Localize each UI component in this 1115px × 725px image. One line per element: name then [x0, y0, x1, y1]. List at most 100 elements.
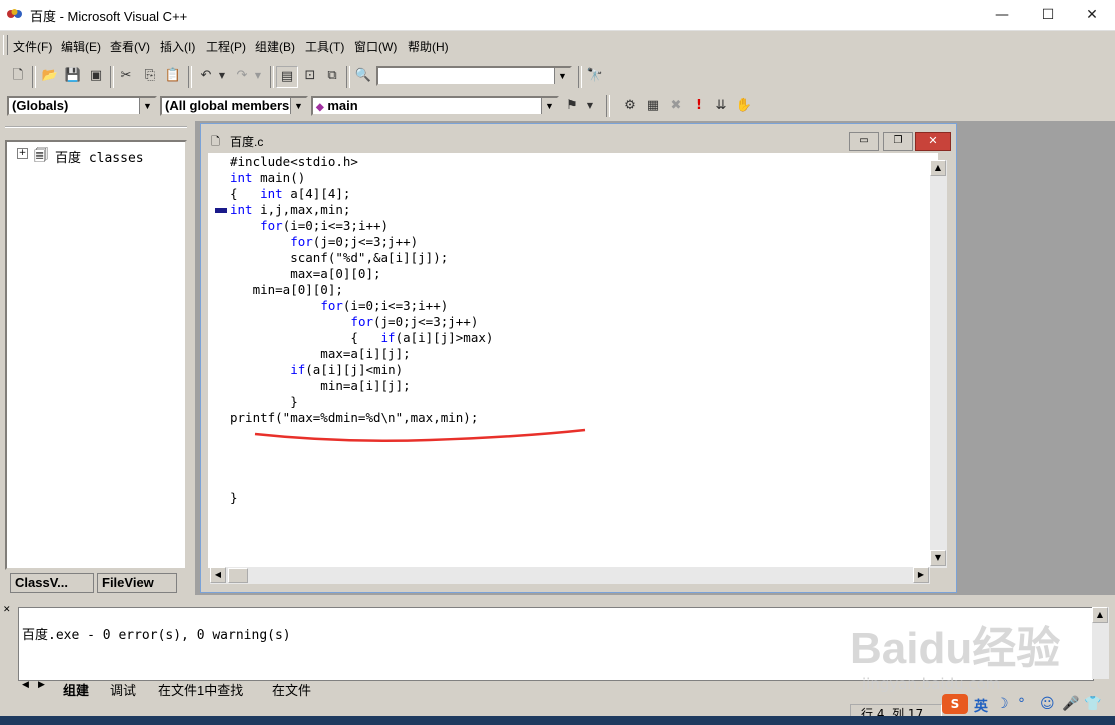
ime-mode[interactable]: 英	[974, 696, 988, 716]
taskbar	[0, 716, 1115, 725]
members-value: (All global members	[165, 98, 290, 113]
horizontal-scrollbar[interactable]: ◀ ▶	[210, 567, 930, 584]
scroll-up-icon[interactable]: ▲	[930, 160, 946, 176]
shirt-icon[interactable]: 👕	[1084, 696, 1101, 712]
cut-icon[interactable]: ✂	[116, 66, 136, 86]
code-line: }	[230, 490, 238, 505]
chevron-down-icon[interactable]: ▼	[290, 98, 306, 114]
chevron-down-icon[interactable]: ▼	[554, 68, 570, 84]
tab-classview[interactable]: ClassV...	[10, 573, 94, 593]
doc-minimize-button[interactable]: ▭	[849, 132, 879, 151]
search-icon[interactable]: 🔭	[585, 66, 605, 86]
close-output-icon[interactable]: ✕	[3, 605, 13, 615]
wizard-dropdown-icon[interactable]: ▼	[580, 96, 600, 116]
save-icon[interactable]: 💾	[63, 66, 83, 86]
maximize-button[interactable]: ☐	[1025, 0, 1071, 30]
output-window-icon[interactable]: ⊡	[300, 66, 320, 86]
undo-dropdown-icon[interactable]: ▼	[212, 66, 232, 86]
open-folder-icon[interactable]: 📂	[40, 66, 60, 86]
classes-root[interactable]: 百度 classes	[55, 147, 144, 166]
menu-file[interactable]: 文件(F)	[13, 38, 52, 55]
menu-build[interactable]: 组建(B)	[255, 38, 295, 55]
vertical-scrollbar[interactable]: ▲ ▼	[930, 160, 947, 568]
chevron-down-icon[interactable]: ▼	[541, 98, 557, 114]
expand-icon[interactable]: +	[17, 148, 28, 159]
doc-restore-button[interactable]: ❐	[883, 132, 913, 151]
scroll-thumb[interactable]	[228, 568, 248, 583]
new-file-icon[interactable]: 🗋	[8, 66, 28, 86]
code-line: { int a[4][4];	[230, 186, 351, 201]
tab-build[interactable]: 组建	[63, 680, 89, 699]
tab-fileview[interactable]: FileView	[97, 573, 177, 593]
go-icon[interactable]: ⇊	[711, 96, 731, 116]
code-line: for(i=0;i<=3;i++)	[320, 298, 449, 313]
scroll-down-icon[interactable]: ▼	[930, 550, 946, 566]
code-line: for(j=0;j<=3;j++)	[350, 314, 479, 329]
code-line: printf("max=%dmin=%d\n",max,min);	[230, 410, 479, 425]
scroll-right-icon[interactable]: ▶	[913, 567, 929, 583]
menu-project[interactable]: 工程(P)	[206, 38, 246, 55]
code-line: max=a[i][j];	[230, 346, 411, 361]
current-line-marker-icon	[215, 208, 227, 213]
code-line: min=a[i][j];	[230, 378, 411, 393]
find-combo[interactable]: ▼	[376, 66, 572, 86]
window-list-icon[interactable]: ⧉	[322, 66, 342, 86]
class-view-panel: + 🗐 百度 classes	[5, 140, 187, 570]
find-in-files-icon[interactable]: 🔍	[353, 66, 373, 86]
breakpoint-hand-icon[interactable]: ✋	[734, 96, 754, 116]
wizard-action-icon[interactable]: ⚑	[562, 96, 582, 116]
doc-close-button[interactable]: ✕	[915, 132, 951, 151]
compile-icon[interactable]: ⚙	[620, 96, 640, 116]
tab-scroll-right-icon[interactable]: ▶	[38, 680, 45, 690]
toolbar-separator	[32, 66, 36, 88]
minimize-button[interactable]: —	[979, 0, 1025, 30]
tab-debug[interactable]: 调试	[110, 680, 136, 699]
toolbar-separator	[270, 66, 274, 88]
moon-icon[interactable]: ☽	[996, 696, 1009, 712]
paste-icon[interactable]: 📋	[163, 66, 183, 86]
standard-toolbar: 🗋 📂 💾 ▣ ✂ ⎘ 📋 ↶ ▼ ↷ ▼ ▤ ⊡ ⧉ 🔍 ▼ 🔭	[0, 62, 1115, 92]
keyword: if	[380, 330, 396, 345]
save-all-icon[interactable]: ▣	[86, 66, 106, 86]
punctuation-icon[interactable]: °	[1018, 696, 1025, 712]
code-line: max=a[0][0];	[230, 266, 381, 281]
menu-edit[interactable]: 编辑(E)	[61, 38, 101, 55]
app-icon	[7, 9, 22, 18]
close-button[interactable]: ✕	[1069, 0, 1115, 30]
scroll-left-icon[interactable]: ◀	[210, 567, 226, 583]
redo-dropdown-icon[interactable]: ▼	[248, 66, 268, 86]
workspace-gripper[interactable]	[5, 126, 187, 138]
toolbar-separator	[346, 66, 350, 88]
chevron-down-icon[interactable]: ▼	[139, 98, 155, 114]
c-file-icon: 🗋	[211, 135, 220, 148]
menu-grip	[3, 35, 8, 55]
keyword: for	[350, 314, 373, 329]
menu-tools[interactable]: 工具(T)	[305, 38, 344, 55]
code-line: if(a[i][j]<min)	[290, 362, 404, 377]
workspace-icon[interactable]: ▤	[276, 66, 298, 88]
menu-help[interactable]: 帮助(H)	[408, 38, 449, 55]
ime-logo-icon[interactable]: S	[942, 694, 968, 714]
build-icon[interactable]: ▦	[643, 96, 663, 116]
members-combo[interactable]: (All global members ▼	[160, 96, 308, 116]
toolbar-separator	[110, 66, 114, 88]
scroll-up-icon[interactable]: ▲	[1092, 607, 1108, 623]
keyword: int	[260, 186, 283, 201]
globals-combo[interactable]: (Globals) ▼	[7, 96, 157, 116]
tab-find-in-files-2[interactable]: 在文件	[272, 680, 311, 699]
microphone-icon[interactable]: 🎤	[1062, 696, 1079, 712]
output-vertical-scrollbar[interactable]: ▲	[1092, 607, 1109, 679]
menu-insert[interactable]: 插入(I)	[160, 38, 195, 55]
build-result: 百度.exe - 0 error(s), 0 warning(s)	[22, 628, 291, 643]
smiley-icon[interactable]: ☺	[1040, 696, 1055, 712]
copy-icon[interactable]: ⎘	[140, 66, 160, 86]
code-line: scanf("%d",&a[i][j]);	[230, 250, 449, 265]
menu-window[interactable]: 窗口(W)	[354, 38, 397, 55]
code-line: for(j=0;j<=3;j++)	[290, 234, 419, 249]
menu-view[interactable]: 查看(V)	[110, 38, 150, 55]
tab-find-in-files-1[interactable]: 在文件1中查找	[158, 680, 243, 699]
stop-build-icon[interactable]: ✖	[666, 96, 686, 116]
tab-scroll-left-icon[interactable]: ◀	[22, 680, 29, 690]
execute-icon[interactable]: !	[689, 96, 709, 116]
function-combo[interactable]: ◆ main ▼	[311, 96, 559, 116]
